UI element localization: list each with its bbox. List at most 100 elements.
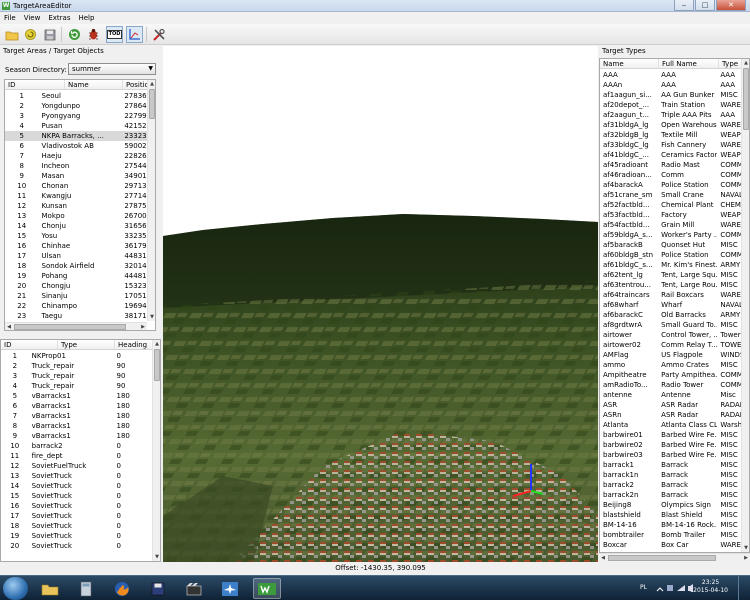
table-row[interactable]: barrack1n Barrack MISC [600, 470, 741, 480]
table-row[interactable]: af2aagun_t... Triple AAA Pits AAA [600, 110, 741, 120]
table-row[interactable]: af46radioan... Comm COMM [600, 170, 741, 180]
column-id[interactable]: ID [1, 340, 58, 349]
column-position[interactable]: Positio [123, 80, 149, 89]
table-row[interactable]: af61bldgC_s... Mr. Kim's Finest... ARMY [600, 260, 741, 270]
table-row[interactable]: 3 Pyongyang 227997 [5, 111, 147, 121]
menu-view[interactable]: View [20, 12, 45, 24]
table-row[interactable]: barbwire03 Barbed Wire Fe... MISC [600, 450, 741, 460]
types-vertical-scrollbar[interactable]: ▲ ▼ [741, 59, 749, 552]
column-id[interactable]: ID [5, 80, 65, 89]
scroll-up-icon[interactable]: ▲ [148, 80, 155, 88]
table-row[interactable]: af1aagun_si... AA Gun Bunker MISC [600, 90, 741, 100]
floppy-taskbar-button[interactable] [144, 578, 172, 599]
table-row[interactable]: barrack2 Barrack MISC [600, 480, 741, 490]
table-row[interactable]: 16 SovietTruck 0 [1, 501, 152, 511]
refresh-button[interactable] [66, 26, 83, 43]
table-row[interactable]: 4 Pusan 421524 [5, 121, 147, 131]
table-row[interactable]: 8 vBarracks1 180 [1, 421, 152, 431]
scroll-up-icon[interactable]: ▲ [153, 340, 160, 348]
table-row[interactable]: af52factbld... Chemical Plant CHEMI [600, 200, 741, 210]
table-row[interactable]: ASR ASR Radar RADAR [600, 400, 741, 410]
table-row[interactable]: af8grdtwrA Small Guard To... MISC [600, 320, 741, 330]
scroll-right-icon[interactable]: ▶ [139, 323, 147, 330]
table-row[interactable]: 16 Chinhae 361797 [5, 241, 147, 251]
show-desktop-button[interactable] [738, 576, 750, 600]
table-row[interactable]: 6 vBarracks1 180 [1, 401, 152, 411]
types-horizontal-scrollbar[interactable]: ◀ ▶ [599, 553, 750, 561]
reload-button[interactable] [22, 26, 39, 43]
table-row[interactable]: af60bldgB_stn Police Station COMM [600, 250, 741, 260]
table-row[interactable]: af53factbld... Factory WEAPO [600, 210, 741, 220]
column-type[interactable]: Type [719, 59, 743, 68]
season-select[interactable]: summer ▼ [68, 63, 156, 75]
axes-button[interactable] [126, 26, 143, 43]
table-row[interactable]: 2 Truck_repair 90 [1, 361, 152, 371]
table-row[interactable]: Boxcar Box Car WAREH [600, 540, 741, 550]
table-row[interactable]: af5barackB Quonset Hut MISC [600, 240, 741, 250]
table-row[interactable]: 7 vBarracks1 180 [1, 411, 152, 421]
table-row[interactable]: af6barackC Old Barracks ARMY [600, 310, 741, 320]
column-type[interactable]: Type [58, 340, 115, 349]
table-row[interactable]: af54factbld... Grain Mill WAREH [600, 220, 741, 230]
tools-button[interactable] [150, 26, 167, 43]
table-row[interactable]: 12 SovietFuelTruck 0 [1, 461, 152, 471]
table-row[interactable]: AAAn AAA AAA [600, 80, 741, 90]
menu-help[interactable]: Help [74, 12, 98, 24]
maximize-button[interactable]: □ [695, 0, 715, 11]
table-row[interactable]: barrack2n Barrack MISC [600, 490, 741, 500]
save-button[interactable] [41, 26, 58, 43]
table-row[interactable]: 15 SovietTruck 0 [1, 491, 152, 501]
table-row[interactable]: ammo Ammo Crates MISC [600, 360, 741, 370]
table-row[interactable]: antenne Antenne Misc [600, 390, 741, 400]
scroll-thumb[interactable] [743, 68, 749, 130]
table-row[interactable]: 13 Mokpo 267006 [5, 211, 147, 221]
scroll-down-icon[interactable]: ▼ [742, 544, 749, 552]
scroll-thumb[interactable] [608, 555, 716, 561]
table-row[interactable]: ASRn ASR Radar RADAR [600, 410, 741, 420]
bug-button[interactable] [85, 26, 102, 43]
tray-icons[interactable] [656, 584, 696, 592]
table-row[interactable]: af31bldgA_lg Open WarehouseWAREH [600, 120, 741, 130]
objects-vertical-scrollbar[interactable]: ▲ ▼ [152, 340, 160, 561]
table-row[interactable]: 15 Yosu 332356 [5, 231, 147, 241]
table-row[interactable]: AAA AAA AAA [600, 70, 741, 80]
scroll-thumb[interactable] [154, 349, 160, 381]
areas-horizontal-scrollbar[interactable]: ◀ ▶ [5, 322, 147, 330]
table-row[interactable]: af41bldgC_... Ceramics FactoryWEAPO [600, 150, 741, 160]
table-row[interactable]: 2 Yongdunpo 278642 [5, 101, 147, 111]
language-indicator[interactable]: PL [640, 584, 647, 591]
table-row[interactable]: barrack1 Barrack MISC [600, 460, 741, 470]
table-row[interactable]: 5 NKPA Barracks, ... 233232 [5, 131, 147, 141]
table-row[interactable]: af4barackA Police Station COMM [600, 180, 741, 190]
table-row[interactable]: af62tent_lg Tent, Large Squ... MISC [600, 270, 741, 280]
table-row[interactable]: 12 Kunsan 278758 [5, 201, 147, 211]
column-name[interactable]: Name [600, 59, 659, 68]
menu-extras[interactable]: Extras [44, 12, 74, 24]
table-row[interactable]: barbwire01 Barbed Wire Fe... MISC [600, 430, 741, 440]
table-row[interactable]: 1 NKProp01 0 [1, 351, 152, 361]
areas-vertical-scrollbar[interactable]: ▲ ▼ [147, 80, 155, 321]
table-row[interactable]: af33bldgC_lg Fish Cannery WAREH [600, 140, 741, 150]
table-row[interactable]: Atlanta Atlanta Class CL Warsh [600, 420, 741, 430]
table-row[interactable]: 3 Truck_repair 90 [1, 371, 152, 381]
terrain-3d-viewport[interactable] [163, 46, 598, 562]
table-row[interactable]: 18 SovietTruck 0 [1, 521, 152, 531]
table-row[interactable]: af51crane_sm Small Crane NAVAL [600, 190, 741, 200]
scroll-left-icon[interactable]: ◀ [5, 323, 13, 330]
table-row[interactable]: 5 vBarracks1 180 [1, 391, 152, 401]
firefox-taskbar-button[interactable] [108, 578, 136, 599]
scroll-thumb[interactable] [14, 324, 126, 330]
menu-file[interactable]: File [0, 12, 20, 24]
table-row[interactable]: 17 Ulsan 448312 [5, 251, 147, 261]
table-row[interactable]: 17 SovietTruck 0 [1, 511, 152, 521]
table-row[interactable]: 19 SovietTruck 0 [1, 531, 152, 541]
minimize-button[interactable]: ‒ [674, 0, 694, 11]
table-row[interactable]: 8 Incheon 275444 [5, 161, 147, 171]
table-row[interactable]: barbwire02 Barbed Wire Fe... MISC [600, 440, 741, 450]
table-row[interactable]: 6 Vladivostok AB 590021 [5, 141, 147, 151]
close-button[interactable]: ✕ [716, 0, 746, 11]
table-row[interactable]: 10 barrack2 0 [1, 441, 152, 451]
table-row[interactable]: 10 Chonan 297138 [5, 181, 147, 191]
table-row[interactable]: airtower02 Comm Relay T...TOWER [600, 340, 741, 350]
calculator-taskbar-button[interactable] [72, 578, 100, 599]
